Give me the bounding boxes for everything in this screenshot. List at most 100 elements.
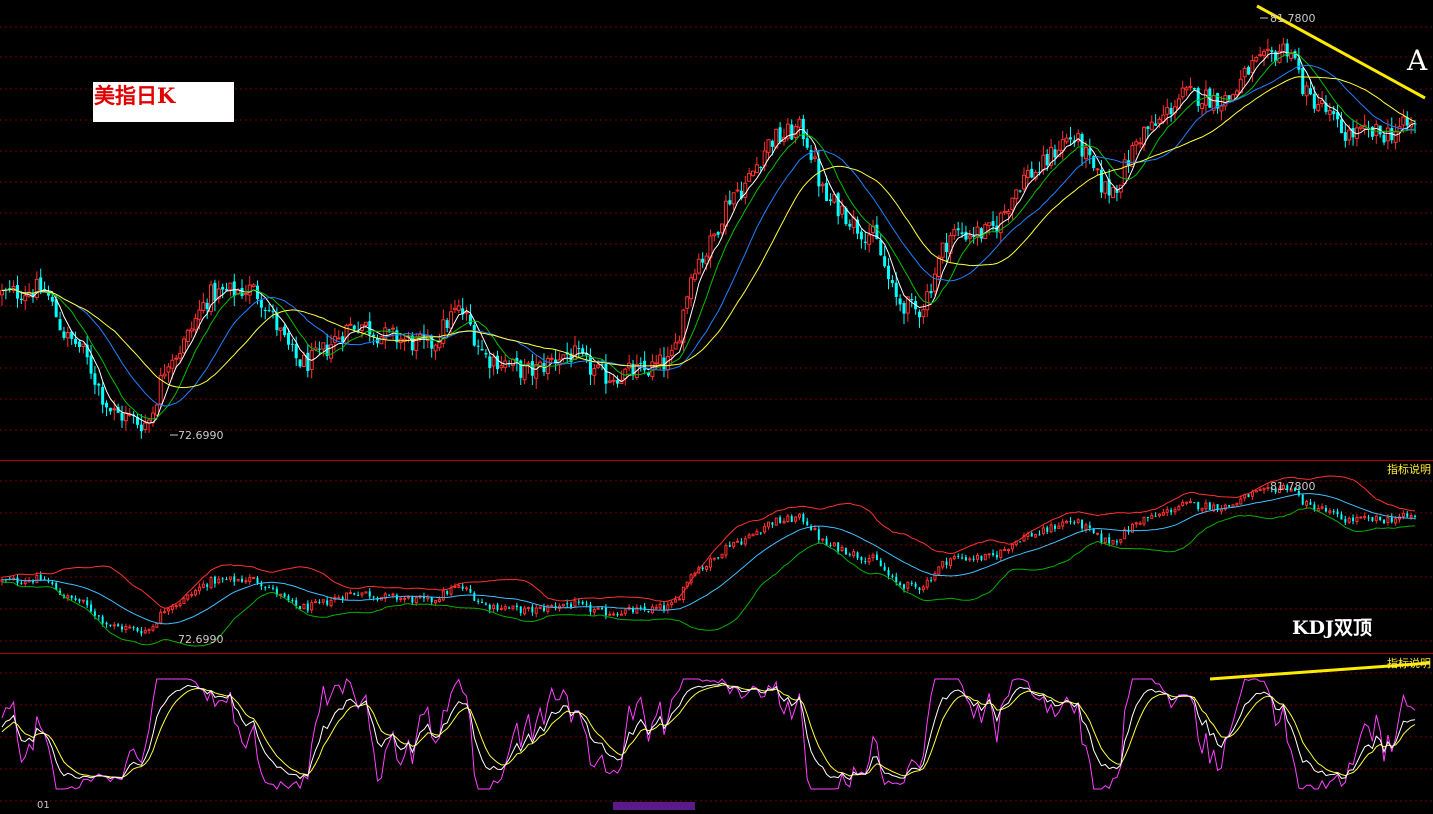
boll-candle <box>163 611 167 614</box>
boll-candle <box>821 538 825 541</box>
price-candle <box>658 354 663 365</box>
price-candle <box>1080 134 1084 157</box>
price-candle <box>496 355 500 370</box>
boll-candle <box>268 587 271 589</box>
boll-candle <box>910 582 913 584</box>
boll-candle <box>964 557 967 561</box>
boll-candle <box>1154 515 1157 517</box>
indicator-button-kdj[interactable]: 指标说明 <box>1387 655 1431 671</box>
price-candle <box>185 329 190 342</box>
boll-candle <box>1383 520 1386 524</box>
price-candle <box>1316 103 1321 111</box>
price-candle <box>105 402 109 408</box>
price-candle <box>1312 93 1316 109</box>
price-candle <box>1258 54 1263 57</box>
price-candle <box>491 356 496 367</box>
boll-candle <box>589 604 592 612</box>
boll-candle <box>724 545 728 556</box>
price-candle <box>170 359 175 369</box>
boll-candle <box>829 544 832 546</box>
price-candle <box>8 288 12 290</box>
price-candle <box>1270 50 1274 52</box>
boll-candle <box>526 606 530 609</box>
boll-candle <box>310 602 314 611</box>
boll-candle <box>186 594 190 600</box>
price-candle <box>278 327 283 332</box>
price-candle <box>283 326 287 336</box>
price-candle <box>449 311 454 329</box>
boll-candle <box>670 602 674 605</box>
price-candle <box>1111 187 1116 199</box>
price-candle <box>1358 126 1363 129</box>
boll-candle <box>585 603 588 605</box>
price-candle <box>716 231 720 235</box>
boll-candle <box>213 576 216 584</box>
price-candle <box>1041 154 1046 171</box>
price-candle <box>247 284 252 296</box>
boll-candle <box>74 598 77 601</box>
price-candle <box>1289 53 1294 59</box>
price-candle <box>228 282 233 290</box>
price-candle <box>720 223 725 234</box>
price-candle <box>1242 67 1247 78</box>
boll-candle <box>921 586 925 591</box>
boll-candle <box>244 580 248 583</box>
boll-candle <box>930 579 933 581</box>
boll-candle <box>519 606 522 614</box>
boll-candle <box>1096 532 1100 535</box>
boll-candle <box>206 584 209 587</box>
price-candle <box>654 362 659 365</box>
price-candle <box>166 366 171 373</box>
boll-candle <box>566 603 569 605</box>
boll-candle <box>596 607 600 610</box>
boll-candle <box>550 605 554 608</box>
boll-candle <box>477 600 480 602</box>
price-candle <box>766 139 771 153</box>
boll-candle <box>473 592 476 601</box>
boll-candle <box>654 606 658 609</box>
price-candle <box>120 412 124 421</box>
boll-candle <box>751 533 755 537</box>
boll-candle <box>782 520 786 524</box>
boll-candle <box>465 587 469 590</box>
boll-candle <box>759 532 762 534</box>
boll-candle <box>1409 515 1413 518</box>
price-candle <box>139 424 143 432</box>
boll-candle <box>1371 517 1374 521</box>
boll-candle <box>271 587 274 589</box>
boll-candle <box>538 606 542 609</box>
boll-candle <box>1320 506 1324 509</box>
date-axis-marker <box>613 802 695 810</box>
boll-candle <box>802 514 805 522</box>
price-candle <box>592 368 597 376</box>
price-candle <box>348 323 353 326</box>
price-candle <box>484 352 488 355</box>
boll-candle <box>1076 519 1080 524</box>
price-candle <box>363 321 368 326</box>
price-candle <box>1103 181 1108 194</box>
boll-candle <box>341 597 344 600</box>
boll-candle <box>1363 516 1367 519</box>
price-candle <box>286 332 290 345</box>
boll-candle <box>708 558 712 568</box>
boll-candle <box>1170 509 1173 513</box>
boll-candle <box>1100 533 1103 543</box>
price-candle <box>848 223 852 227</box>
boll-candle <box>81 599 85 602</box>
boll-candle <box>147 628 151 631</box>
price-candle <box>549 357 554 360</box>
boll-candle <box>295 600 298 606</box>
boll-candle <box>117 624 120 627</box>
price-candle <box>437 341 442 349</box>
price-candle <box>321 342 326 350</box>
price-candle <box>77 341 81 348</box>
price-candle <box>561 354 566 360</box>
price-candle <box>898 298 902 305</box>
price-candle <box>692 273 697 280</box>
boll-candle <box>128 626 132 629</box>
boll-candle <box>918 587 921 590</box>
indicator-button-boll[interactable]: 指标说明 <box>1387 461 1431 477</box>
price-candle <box>801 118 805 140</box>
boll-candle <box>1204 502 1208 510</box>
price-candle <box>162 373 167 377</box>
